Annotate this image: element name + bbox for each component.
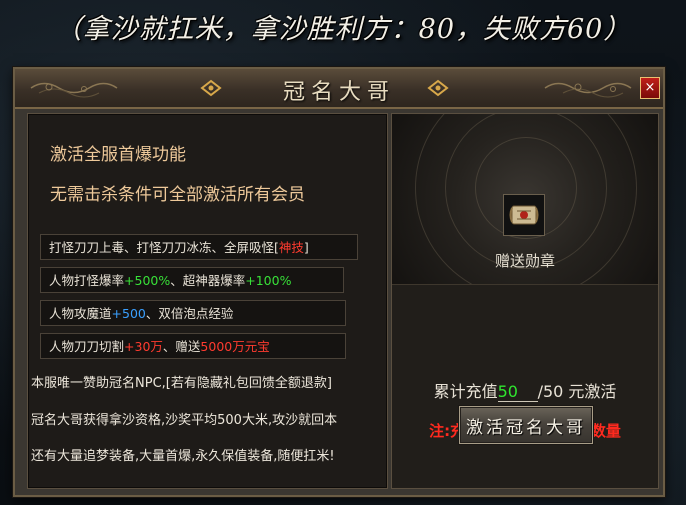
close-button[interactable]: ×	[640, 77, 660, 99]
description-line-3: 还有大量追梦装备,大量首爆,永久保值装备,随便扛米!	[31, 449, 335, 464]
description-line-2: 冠名大哥获得拿沙资格,沙奖平均500大米,攻沙就回本	[31, 413, 338, 428]
benefit-row-skills: 打怪刀刀上毒、打怪刀刀冰冻、全屏吸怪[神技]	[40, 234, 358, 260]
headline-activate-all: 无需击杀条件可全部激活所有会员	[50, 185, 305, 205]
benefits-panel: 激活全服首爆功能 无需击杀条件可全部激活所有会员 打怪刀刀上毒、打怪刀刀冰冻、全…	[27, 113, 388, 489]
medal-display: 赠送勋章	[392, 114, 658, 285]
gold-ornament-icon	[427, 79, 449, 97]
title-bar[interactable]: 冠名大哥 ×	[15, 69, 663, 109]
scroll-medal-icon	[509, 205, 539, 225]
charge-progress: 累计充值50/50 元激活	[433, 382, 617, 402]
medal-label: 赠送勋章	[494, 252, 555, 270]
benefit-row-cut: 人物刀刀切割+30万、赠送5000万元宝	[40, 333, 346, 359]
scroll-ornament-icon	[544, 82, 632, 98]
charge-amount: 50	[497, 382, 538, 402]
activate-sponsor-button[interactable]: 激活冠名大哥	[459, 406, 593, 444]
medal-badge-icon[interactable]	[503, 194, 545, 236]
benefit-row-droprate: 人物打怪爆率+500%、超神器爆率+100%	[40, 267, 344, 293]
benefit-row-attack: 人物攻魔道+500、双倍泡点经验	[40, 300, 346, 326]
headline-first-drop: 激活全服首爆功能	[50, 145, 186, 165]
reward-banner: （拿沙就扛米，拿沙胜利方：80，失败方60）	[54, 13, 632, 45]
description-line-1: 本服唯一赞助冠名NPC,[若有隐藏礼包回馈全额退款]	[31, 376, 332, 391]
